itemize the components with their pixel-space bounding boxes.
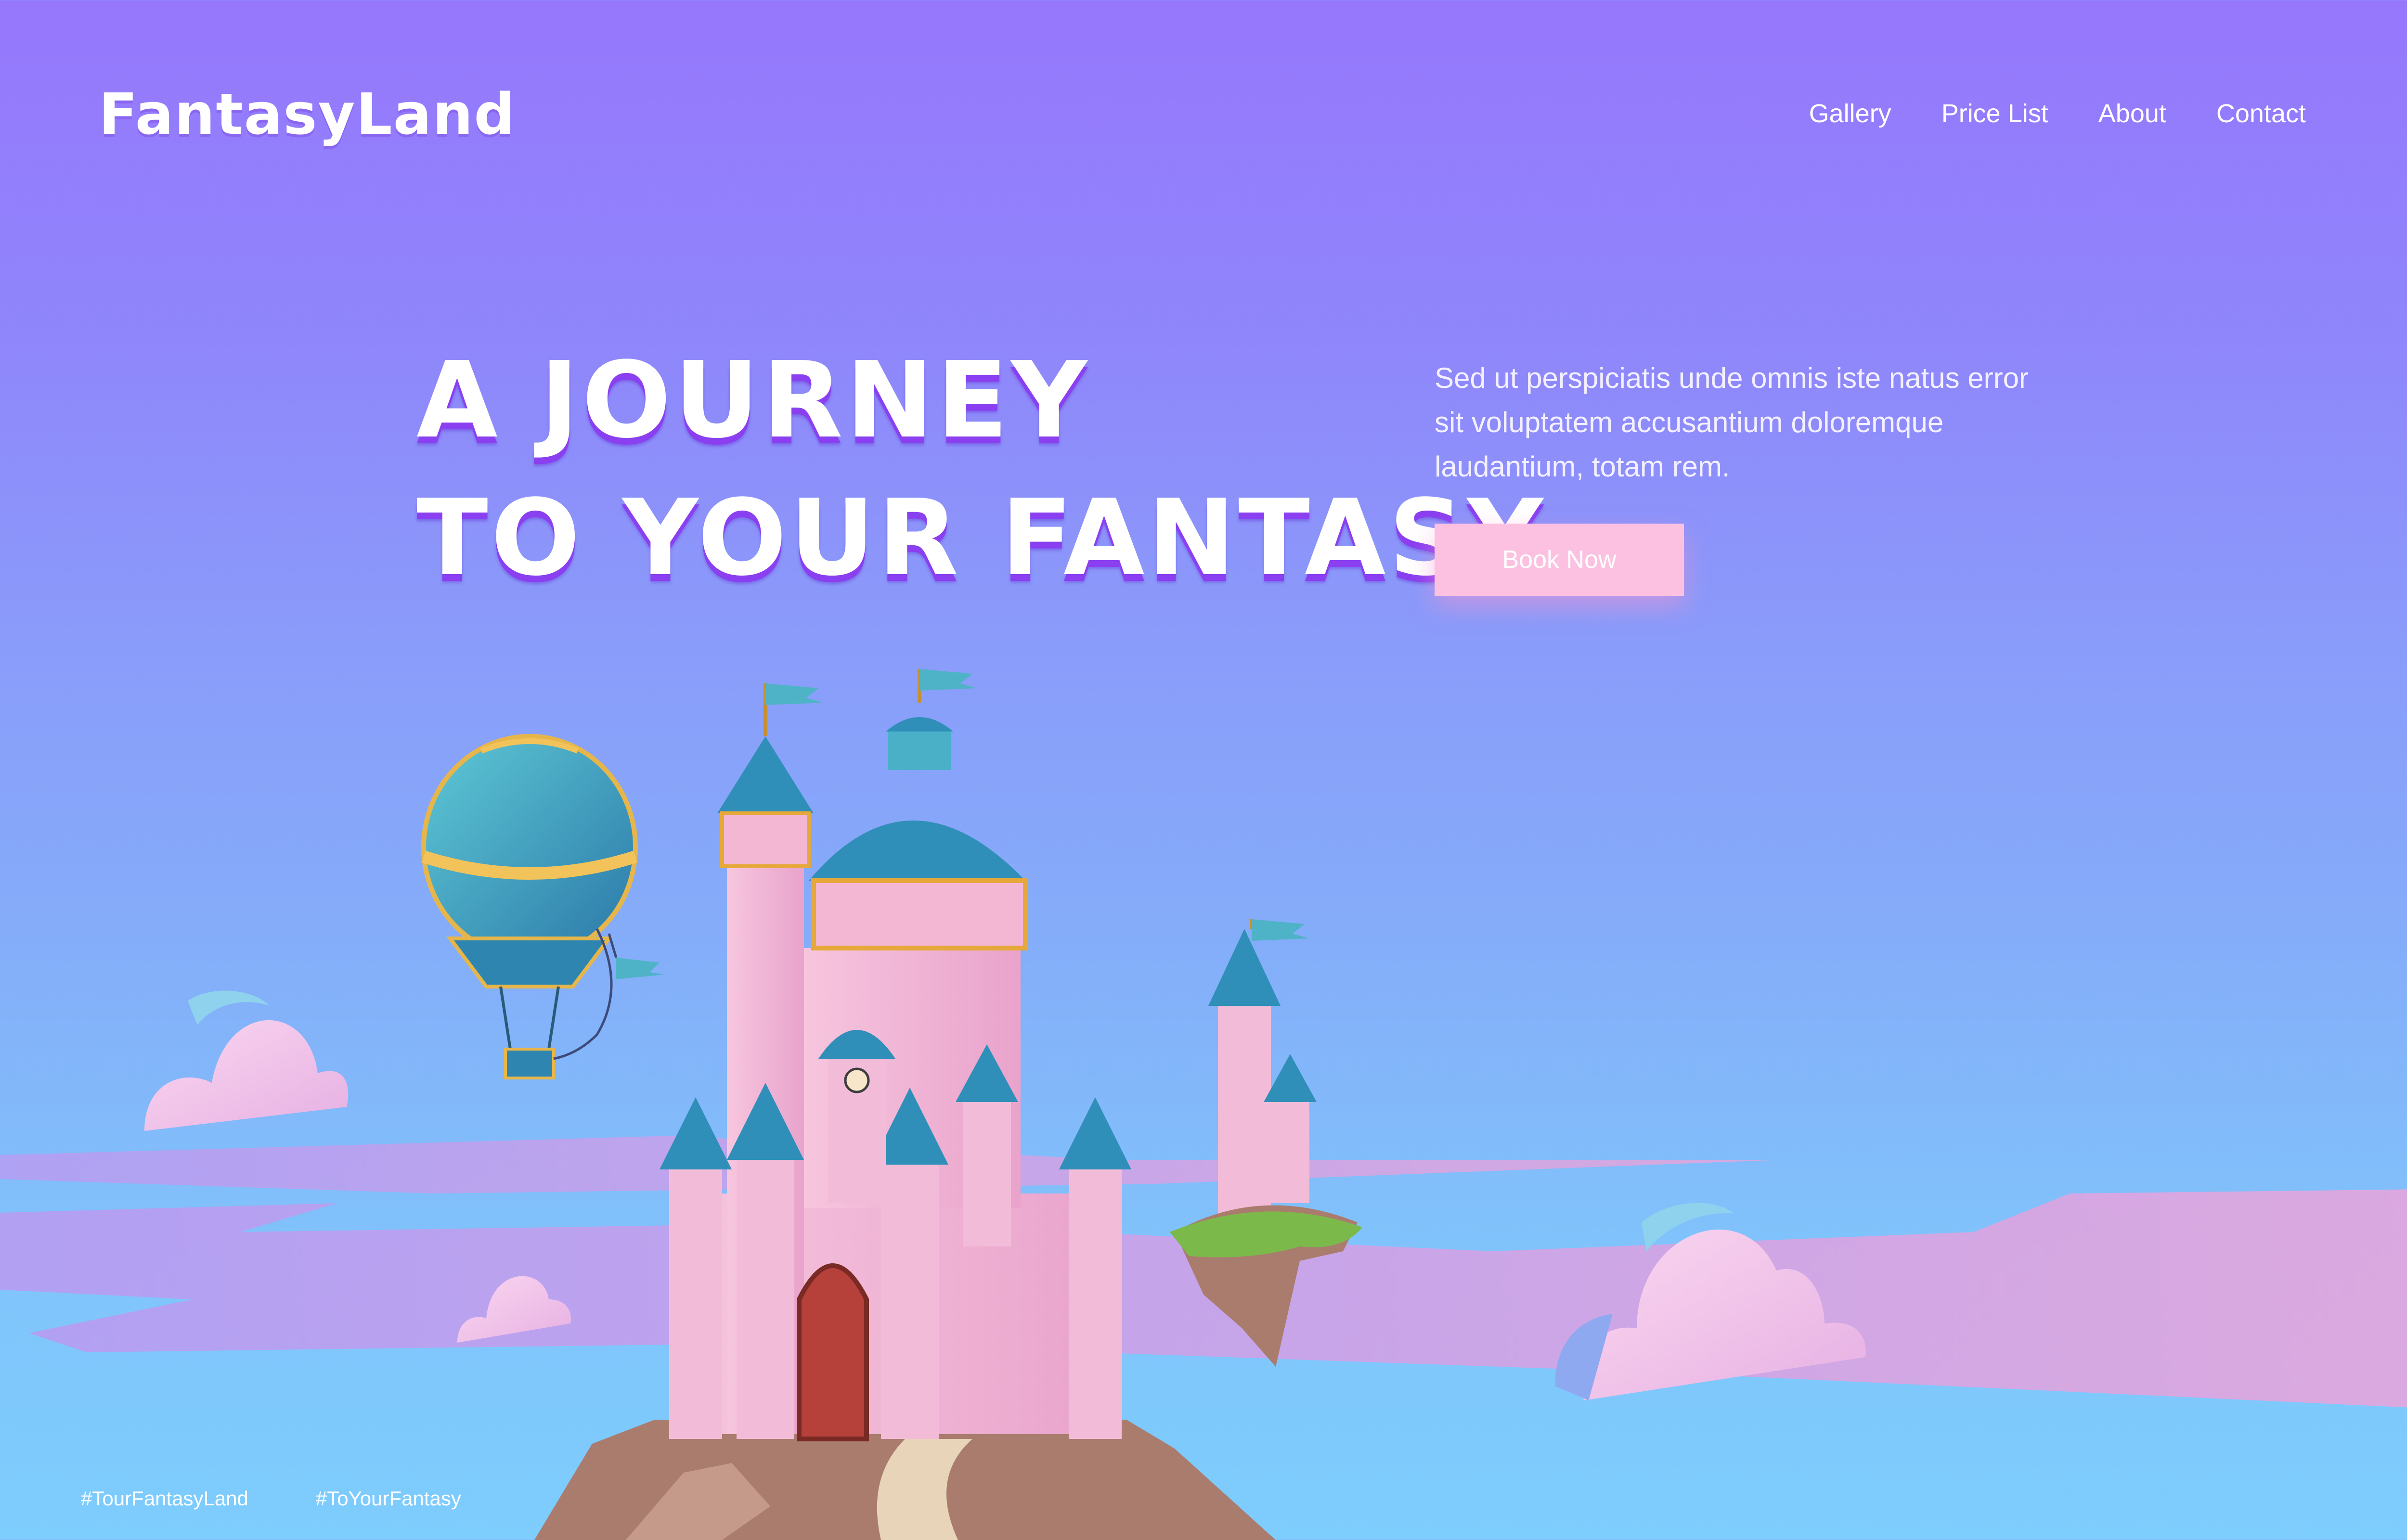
- hashtag-to-your-fantasy: #ToYourFantasy: [315, 1487, 461, 1510]
- hero-headline-line1: A JOURNEY: [416, 340, 1090, 462]
- book-now-button[interactable]: Book Now: [1435, 524, 1684, 596]
- castle-icon: [534, 669, 1317, 1540]
- hero-description: Sed ut perspiciatis unde omnis iste natu…: [1435, 362, 2029, 483]
- nav-item-about[interactable]: About: [2098, 99, 2166, 128]
- nav-item-contact[interactable]: Contact: [2216, 99, 2306, 128]
- main-nav: Gallery Price List About Contact: [1809, 99, 2306, 128]
- hashtag-tour-fantasyland: #TourFantasyLand: [81, 1487, 248, 1510]
- hashtag-list: #TourFantasyLand #ToYourFantasy: [81, 1487, 461, 1510]
- nav-item-price-list[interactable]: Price List: [1941, 99, 2048, 128]
- brand-logo[interactable]: FantasyLand: [99, 81, 516, 147]
- hero-illustration: [0, 669, 2407, 1540]
- hero-headline: A JOURNEY TO YOUR FANTASY: [416, 332, 1546, 607]
- cloud-icon: [144, 990, 349, 1131]
- hot-air-balloon-icon: [421, 734, 664, 1079]
- nav-item-gallery[interactable]: Gallery: [1809, 99, 1891, 128]
- hero-headline-line2: TO YOUR FANTASY: [416, 477, 1546, 599]
